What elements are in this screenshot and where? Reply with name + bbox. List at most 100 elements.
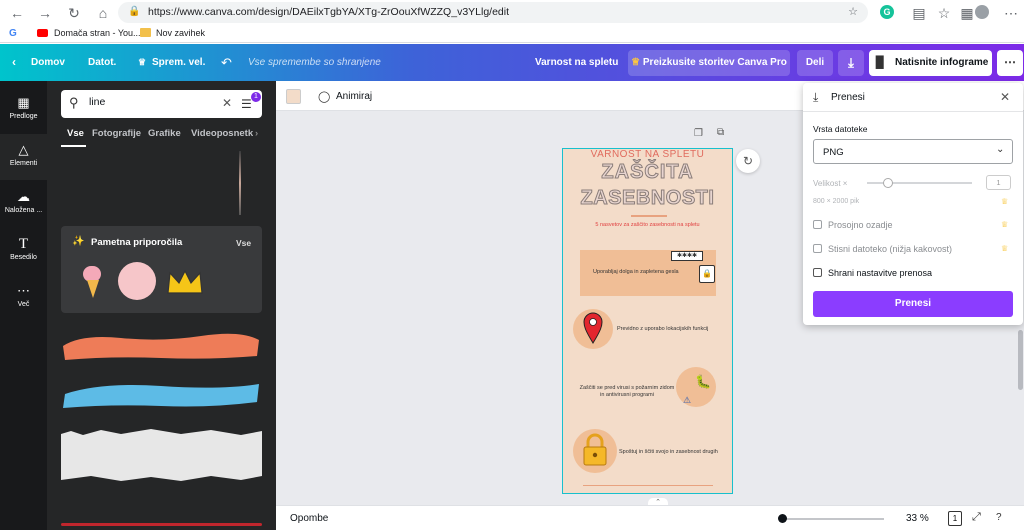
bottom-bar: Opombe 33 % 1 ⤢ ? [276,505,1024,530]
rail-label: Predloge [9,113,38,120]
orange-brush-stroke[interactable] [63,333,259,360]
grammarly-icon[interactable]: G [880,5,894,19]
bookmark-youtube[interactable]: Domača stran - You... [54,28,141,38]
chevron-right-icon[interactable]: › [255,128,258,139]
dimensions-text: 800 × 2000 pik [813,198,860,205]
transparent-checkbox[interactable] [813,220,822,229]
divider [803,111,1023,112]
collections-icon[interactable]: ▦ [958,4,976,22]
line-element[interactable] [239,151,241,215]
elements-icon: △ [18,142,29,157]
rail-item-templates[interactable]: ▦ Predloge [0,87,47,133]
rail-item-more[interactable]: ⋯ Več [0,275,47,321]
undo-icon[interactable]: ↶ [221,44,232,81]
address-bar[interactable]: 🔒 https://www.canva.com/design/DAEilxTgb… [118,2,868,23]
help-icon[interactable]: ? [996,512,1002,523]
share-button[interactable]: Deli [797,50,833,76]
try-pro-button[interactable]: ♕ Preizkusite storitev Canva Pro [628,50,790,76]
side-rail: ▦ Predloge △ Elementi ☁ Naložena ... T B… [0,81,47,530]
rail-item-elements[interactable]: △ Elementi [0,134,47,180]
zoom-level[interactable]: 33 % [906,513,929,524]
more-menu-button[interactable]: ⋯ [997,50,1023,76]
clear-icon[interactable]: ✕ [222,96,232,110]
home-link[interactable]: Domov [31,44,65,81]
red-line-element[interactable] [61,523,262,526]
try-pro-label: Preizkusite storitev Canva Pro [642,57,787,68]
tab-videos[interactable]: Videoposnetki [191,128,253,139]
document-title[interactable]: Varnost na spletu [535,44,618,81]
design-subtitle[interactable]: 5 nasvetov za zaščito zasebnosti na sple… [563,222,732,228]
rail-item-text[interactable]: T Besedilo [0,228,47,274]
size-input[interactable]: 1 [986,175,1011,190]
blue-brush-stroke[interactable] [63,384,259,408]
star-icon[interactable]: ☆ [848,5,858,18]
transparent-label[interactable]: Prosojno ozadje [828,220,893,230]
file-type-select[interactable]: PNG ⌄ [813,139,1013,164]
refresh-icon[interactable]: ↻ [736,149,760,173]
animate-button[interactable]: Animiraj [336,91,372,102]
download-panel: ⤓ Prenesi ✕ Vrsta datoteke PNG ⌄ Velikos… [803,83,1023,325]
bookmark-new-tab[interactable]: Nov zavihek [156,28,205,38]
print-label: Natisnite infograme [895,57,989,68]
print-button[interactable]: ▉ Natisnite infograme [869,50,992,76]
smart-see-all[interactable]: Vse [236,238,251,248]
tab-photos[interactable]: Fotografije [92,128,141,139]
fullscreen-icon[interactable]: ⤢ [972,511,981,524]
menu-icon[interactable]: ⋯ [1002,4,1020,22]
bug-icon: 🐛 [695,374,712,389]
background-color-swatch[interactable] [286,89,301,104]
zoom-track[interactable] [784,518,884,520]
avatar[interactable] [975,5,989,19]
location-pin-icon [583,312,603,344]
brush-strokes [61,333,262,481]
back-icon[interactable]: ← [8,4,26,22]
tip-4-text[interactable]: Spoštuj in ščiti svojo in zasebnost drug… [619,449,724,456]
forward-icon[interactable]: → [36,4,54,22]
reading-icon[interactable]: ▤ [910,4,928,22]
save-settings-checkbox[interactable] [813,268,822,277]
size-slider-handle[interactable] [883,178,893,188]
warning-icon: ⚠ [683,395,692,405]
tip-3-text[interactable]: Zaščiti se pred virusi s požarnim zidom … [577,385,677,399]
favorites-icon[interactable]: ☆ [935,4,953,22]
text-icon: T [18,236,29,252]
notes-button[interactable]: Opombe [290,513,328,524]
download-button[interactable]: Prenesi [813,291,1013,317]
page-count[interactable]: 1 [948,511,962,526]
tip-2-text[interactable]: Previdno z uporabo lokacijskih funkcij [617,326,732,333]
download-icon[interactable]: ⤓ [838,50,864,76]
design-title-2[interactable]: ZASEBNOSTI [563,187,732,210]
chevron-left-icon[interactable]: ‹ [12,44,16,81]
pink-circle-sticker[interactable] [118,262,156,300]
zoom-slider-handle[interactable] [778,514,787,523]
close-icon[interactable]: ✕ [1000,90,1010,104]
google-icon[interactable]: G [9,28,17,39]
save-settings-label[interactable]: Shrani nastavitve prenosa [828,268,932,278]
design-header[interactable]: VARNOST NA SPLETU [563,149,732,160]
add-page-icon[interactable]: ⧉ [717,127,724,138]
torn-paper-strip[interactable] [61,429,262,481]
tab-graphics[interactable]: Grafike [148,128,181,139]
file-menu[interactable]: Datot. [88,44,116,81]
rail-item-uploads[interactable]: ☁ Naložena ... [0,181,47,227]
crown-icon: ♕ [138,57,147,67]
resize-menu[interactable]: Sprem. vel. [152,44,205,81]
file-type-value: PNG [823,147,844,158]
crown-sticker[interactable] [166,269,204,295]
duplicate-page-icon[interactable]: ❐ [694,128,703,139]
bookmarks-bar: G Domača stran - You... Nov zavihek [0,25,1024,43]
design-page[interactable]: VARNOST NA SPLETU ZAŠČITA ZASEBNOSTI 5 n… [562,148,733,494]
design-title-1[interactable]: ZAŠČITA [563,161,732,184]
search-input[interactable] [89,96,209,108]
rail-label: Več [17,301,30,308]
home-icon[interactable]: ⌂ [94,4,112,22]
compress-label[interactable]: Stisni datoteko (nižja kakovost) [828,244,952,254]
search-box[interactable]: ⚲ ✕ ☰ 1 [61,90,262,118]
filter-badge: 1 [251,92,261,102]
tip-1-text[interactable]: Uporabljaj dolga in zapletena gesla [593,269,703,276]
filter-icon[interactable]: ☰ [241,97,252,111]
scrollbar[interactable] [1018,330,1023,390]
compress-checkbox[interactable] [813,244,822,253]
reload-icon[interactable]: ↻ [65,4,83,22]
tab-all[interactable]: Vse [67,128,84,139]
